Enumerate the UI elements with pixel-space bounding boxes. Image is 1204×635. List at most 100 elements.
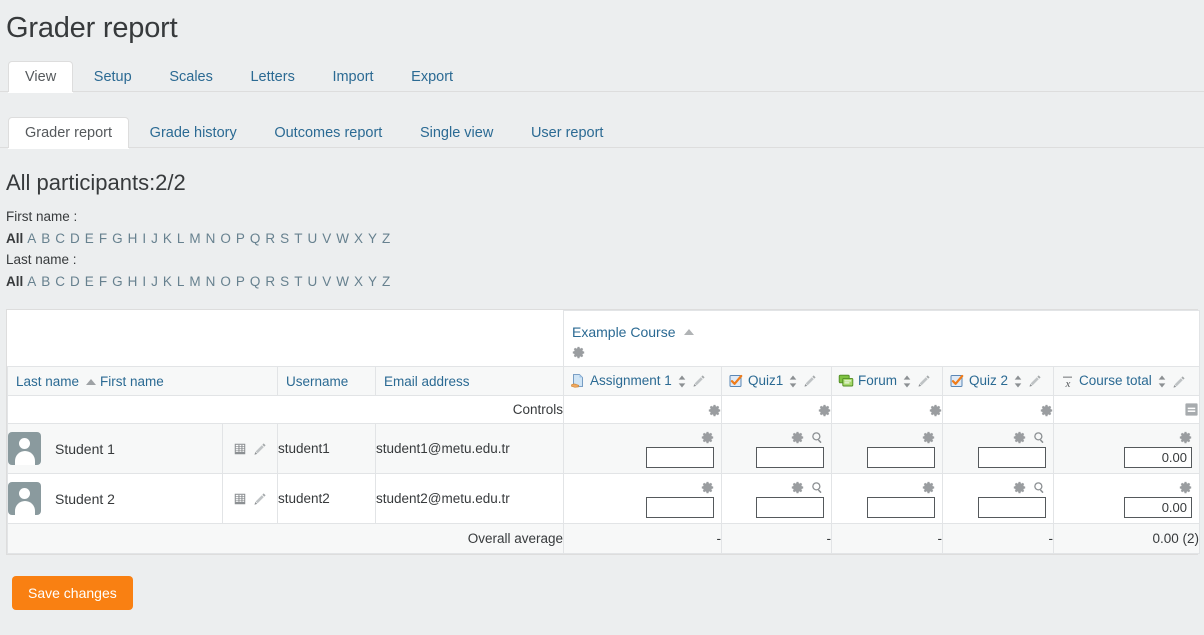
email-column-header[interactable]: Email address: [375, 366, 564, 396]
last-name-initial-y[interactable]: Y: [368, 274, 377, 289]
last-name-initial-k[interactable]: K: [163, 274, 172, 289]
last-name-initial-r[interactable]: R: [265, 274, 275, 289]
grade-input[interactable]: [867, 497, 935, 518]
course-name[interactable]: Example Course: [572, 324, 676, 341]
gear-icon[interactable]: [791, 481, 804, 494]
gear-icon[interactable]: [1013, 431, 1026, 444]
grade-input[interactable]: [756, 497, 824, 518]
pencil-icon[interactable]: [253, 442, 267, 456]
first-name-initial-h[interactable]: H: [128, 231, 138, 246]
gear-icon[interactable]: [708, 404, 721, 417]
username-column-header[interactable]: Username: [277, 366, 376, 396]
last-name-initial-j[interactable]: J: [151, 274, 158, 289]
grade-input[interactable]: [646, 447, 714, 468]
pencil-icon[interactable]: [253, 492, 267, 506]
last-name-initial-c[interactable]: C: [55, 274, 65, 289]
tab-view[interactable]: View: [8, 61, 74, 93]
pencil-icon[interactable]: [803, 374, 817, 388]
last-name-initial-l[interactable]: L: [177, 274, 185, 289]
tab-user-report[interactable]: User report: [514, 117, 621, 148]
first-name-initial-f[interactable]: F: [99, 231, 107, 246]
first-name-initial-e[interactable]: E: [85, 231, 94, 246]
user-report-icon[interactable]: [233, 492, 247, 506]
last-name-initial-p[interactable]: P: [236, 274, 245, 289]
student-name-label[interactable]: Student 1: [55, 441, 115, 457]
first-name-initial-k[interactable]: K: [163, 231, 172, 246]
first-name-initial-j[interactable]: J: [151, 231, 158, 246]
first-name-initial-c[interactable]: C: [55, 231, 65, 246]
tab-single-view[interactable]: Single view: [403, 117, 510, 148]
pencil-icon[interactable]: [1028, 374, 1042, 388]
grade-input[interactable]: [978, 447, 1046, 468]
tab-setup[interactable]: Setup: [77, 61, 149, 92]
gear-icon[interactable]: [791, 431, 804, 444]
grade-input[interactable]: [646, 497, 714, 518]
grade-item-label-assignment-1[interactable]: Assignment 1: [590, 373, 672, 388]
last-name-initial-b[interactable]: B: [41, 274, 50, 289]
search-icon[interactable]: [811, 481, 824, 494]
grade-input[interactable]: [1124, 447, 1193, 468]
first-name-initial-o[interactable]: O: [220, 231, 231, 246]
tab-grader-report[interactable]: Grader report: [8, 117, 130, 149]
last-name-header-label[interactable]: Last name: [16, 374, 79, 389]
gear-icon[interactable]: [1179, 431, 1192, 444]
last-name-initial-a[interactable]: A: [27, 274, 36, 289]
grade-item-label-forum[interactable]: Forum: [858, 373, 897, 388]
last-name-initial-v[interactable]: V: [322, 274, 331, 289]
gear-icon[interactable]: [572, 346, 585, 359]
first-name-initial-i[interactable]: I: [142, 231, 146, 246]
first-name-initial-l[interactable]: L: [177, 231, 185, 246]
grade-item-label-course-total[interactable]: Course total: [1079, 373, 1152, 388]
last-name-initial-t[interactable]: T: [294, 274, 302, 289]
first-name-initial-y[interactable]: Y: [368, 231, 377, 246]
tab-import[interactable]: Import: [315, 61, 390, 92]
last-name-initial-s[interactable]: S: [280, 274, 289, 289]
first-name-initial-z[interactable]: Z: [382, 231, 390, 246]
sort-toggle-icon[interactable]: [902, 375, 912, 388]
first-name-initial-b[interactable]: B: [41, 231, 50, 246]
user-report-icon[interactable]: [233, 442, 247, 456]
save-changes-button[interactable]: Save changes: [12, 576, 133, 610]
last-name-initial-i[interactable]: I: [142, 274, 146, 289]
first-name-header-label[interactable]: First name: [100, 374, 164, 389]
gear-icon[interactable]: [1179, 481, 1192, 494]
first-name-initial-t[interactable]: T: [294, 231, 302, 246]
user-avatar-icon[interactable]: [8, 432, 41, 465]
gear-icon[interactable]: [922, 481, 935, 494]
first-name-initial-p[interactable]: P: [236, 231, 245, 246]
grade-input[interactable]: [867, 447, 935, 468]
first-name-initial-s[interactable]: S: [280, 231, 289, 246]
last-name-initial-d[interactable]: D: [70, 274, 80, 289]
tab-outcomes-report[interactable]: Outcomes report: [257, 117, 399, 148]
gear-icon[interactable]: [1013, 481, 1026, 494]
search-icon[interactable]: [1033, 431, 1046, 444]
first-name-initial-m[interactable]: M: [189, 231, 200, 246]
pencil-icon[interactable]: [1172, 375, 1186, 389]
last-name-initial-g[interactable]: G: [112, 274, 123, 289]
first-name-initial-r[interactable]: R: [265, 231, 275, 246]
first-name-initial-a[interactable]: A: [27, 231, 36, 246]
pencil-icon[interactable]: [917, 374, 931, 388]
last-name-initial-z[interactable]: Z: [382, 274, 390, 289]
sort-toggle-icon[interactable]: [1157, 375, 1167, 388]
tab-grade-history[interactable]: Grade history: [133, 117, 254, 148]
first-name-initial-q[interactable]: Q: [250, 231, 261, 246]
gear-icon[interactable]: [929, 404, 942, 417]
sort-asc-icon[interactable]: [684, 328, 695, 335]
hide-column-icon[interactable]: [1184, 402, 1199, 417]
sort-toggle-icon[interactable]: [677, 375, 687, 388]
last-name-initial-x[interactable]: X: [354, 274, 363, 289]
last-name-initial-n[interactable]: N: [206, 274, 216, 289]
search-icon[interactable]: [1033, 481, 1046, 494]
gear-icon[interactable]: [818, 404, 831, 417]
last-name-initial-w[interactable]: W: [336, 274, 349, 289]
first-name-initial-w[interactable]: W: [336, 231, 349, 246]
search-icon[interactable]: [811, 431, 824, 444]
first-name-initial-x[interactable]: X: [354, 231, 363, 246]
last-name-initial-f[interactable]: F: [99, 274, 107, 289]
first-name-initial-g[interactable]: G: [112, 231, 123, 246]
grade-item-label-quiz1[interactable]: Quiz1: [748, 373, 783, 388]
last-name-initial-e[interactable]: E: [85, 274, 94, 289]
student-name-label[interactable]: Student 2: [55, 491, 115, 507]
last-name-initial-u[interactable]: U: [307, 274, 317, 289]
